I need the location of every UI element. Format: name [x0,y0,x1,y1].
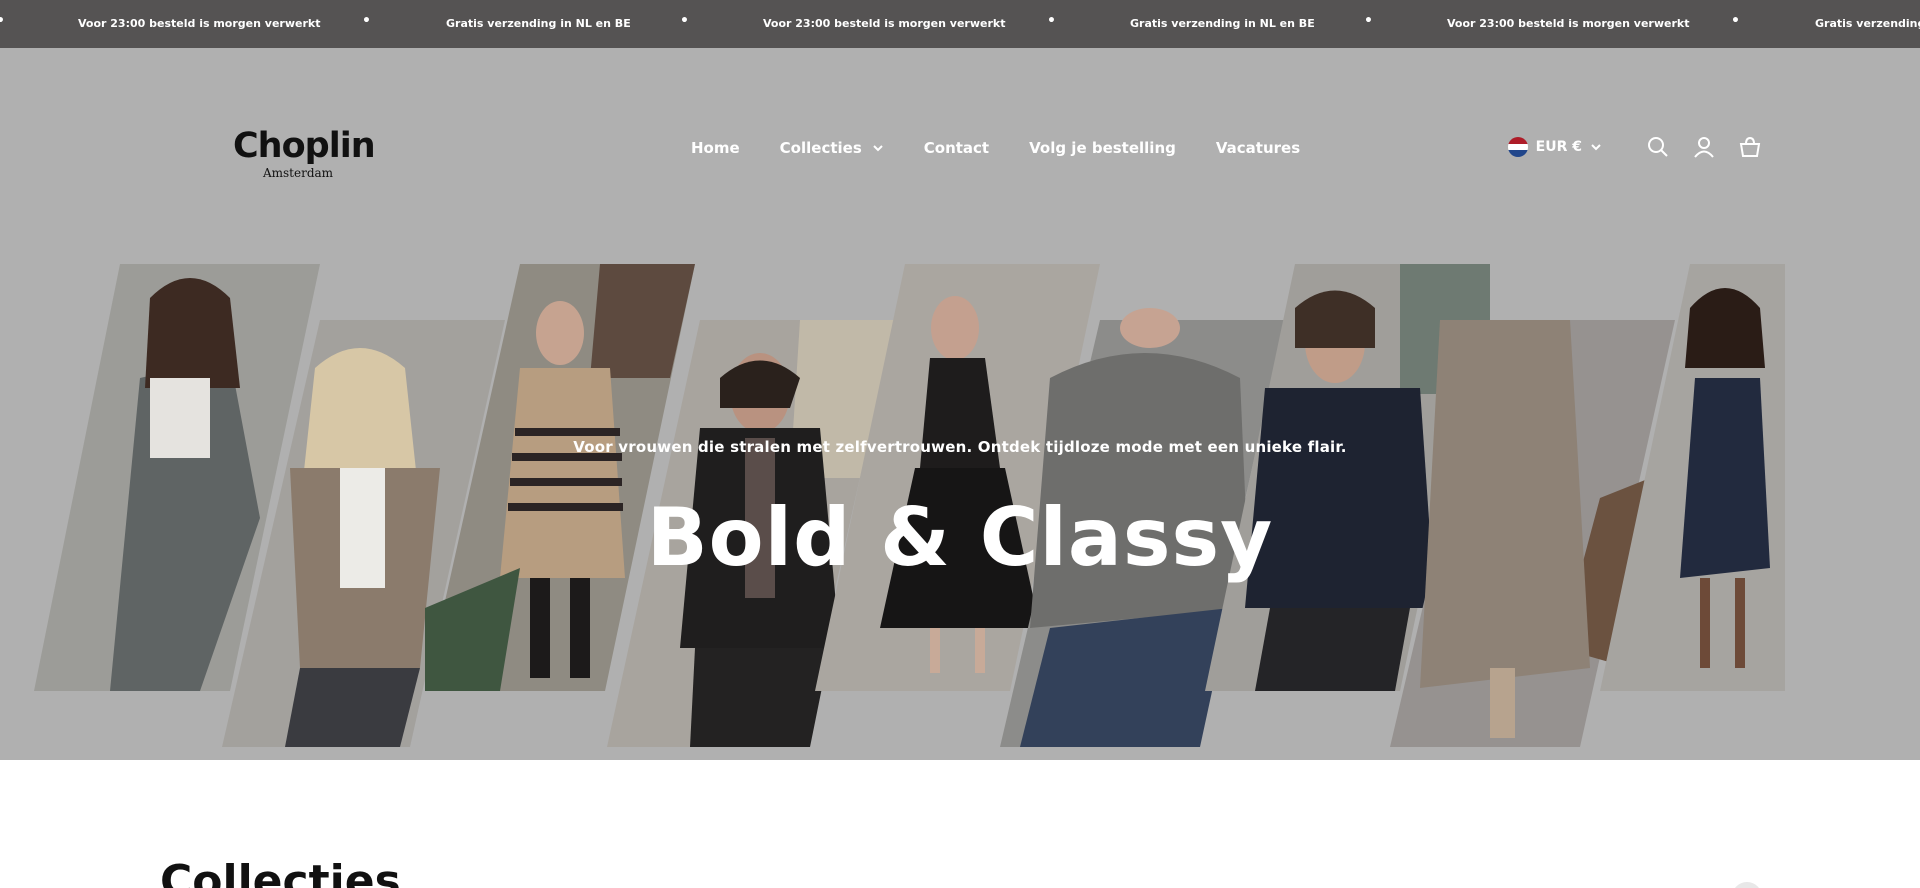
nav-item-label: Contact [923,139,990,157]
nav-item-label: Collecties [779,139,862,157]
nav-item-label: Home [691,139,740,157]
nav-item-label: Vacatures [1215,139,1301,157]
separator-dot: • [1047,13,1056,29]
separator-dot: • [1731,13,1740,29]
nav-item-label: Volg je bestelling [1029,139,1176,157]
separator-dot: • [362,13,371,29]
announcement-message: Gratis verzending in [1815,17,1920,30]
hero-headline: Bold & Classy [646,491,1274,584]
separator-dot: • [680,13,689,29]
header-tools: EUR € [1507,132,1762,162]
netherlands-flag-icon [1507,137,1528,157]
carousel-next-button[interactable] [1732,882,1762,888]
announcement-message: Voor 23:00 besteld is morgen verwerkt [763,17,1006,30]
chevron-down-icon [1591,144,1601,151]
account-icon[interactable] [1692,135,1716,159]
hero-tagline: Voor vrouwen die stralen met zelfvertrou… [573,438,1347,456]
currency-label: EUR € [1535,139,1582,155]
nav-item-collecties[interactable]: Collecties [780,139,884,157]
cart-icon[interactable] [1738,135,1762,159]
announcement-message: Voor 23:00 besteld is morgen verwerkt [78,17,321,30]
announcement-bar: • Voor 23:00 besteld is morgen verwerkt … [0,0,1920,48]
nav-item-volg-je-bestelling[interactable]: Volg je bestelling [1029,139,1176,157]
main-nav: Home Collecties Contact Volg je bestelli… [691,137,1340,159]
announcement-message: Voor 23:00 besteld is morgen verwerkt [1447,17,1690,30]
hero-section: Choplin Amsterdam Home Collecties Contac… [0,48,1920,760]
announcement-message: Gratis verzending in NL en BE [1130,17,1315,30]
separator-dot: • [0,13,5,29]
logo-sub: Amsterdam [262,166,334,180]
announcement-track: • Voor 23:00 besteld is morgen verwerkt … [0,0,1920,48]
nav-item-home[interactable]: Home [691,139,740,157]
site-header: Choplin Amsterdam Home Collecties Contac… [0,48,1920,248]
separator-dot: • [1364,13,1373,29]
nav-item-contact[interactable]: Contact [924,139,989,157]
site-logo[interactable]: Choplin Amsterdam [233,126,376,180]
collections-section: Collecties [0,760,1920,888]
chevron-down-icon [873,145,883,152]
currency-selector[interactable]: EUR € [1507,137,1602,157]
nav-item-vacatures[interactable]: Vacatures [1216,139,1300,157]
collections-title: Collecties [160,856,401,888]
logo-brand: Choplin [233,126,376,166]
announcement-message: Gratis verzending in NL en BE [446,17,631,30]
search-icon[interactable] [1646,135,1670,159]
